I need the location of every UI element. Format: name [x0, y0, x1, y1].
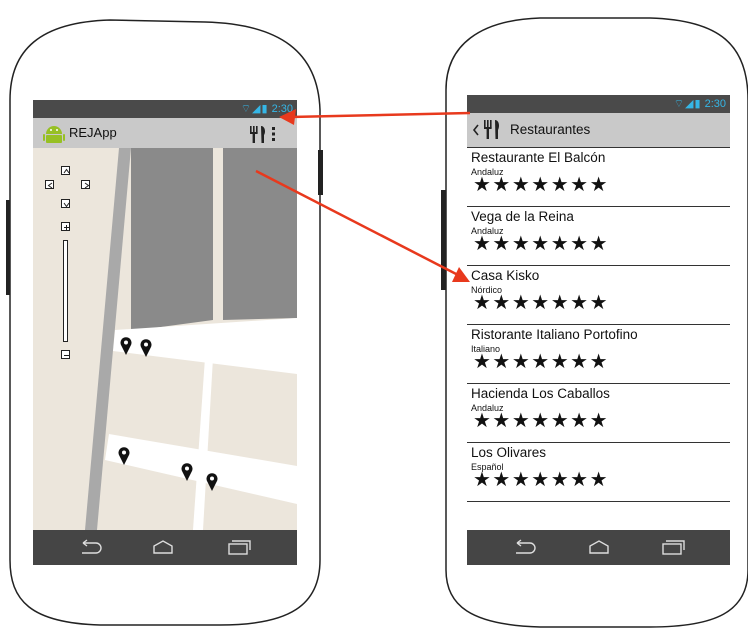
- connector-arrows: [255, 109, 471, 282]
- arrow-map-to-casa-kisko: [255, 169, 470, 282]
- arrow-status-bar-to-map-clock: [279, 109, 471, 125]
